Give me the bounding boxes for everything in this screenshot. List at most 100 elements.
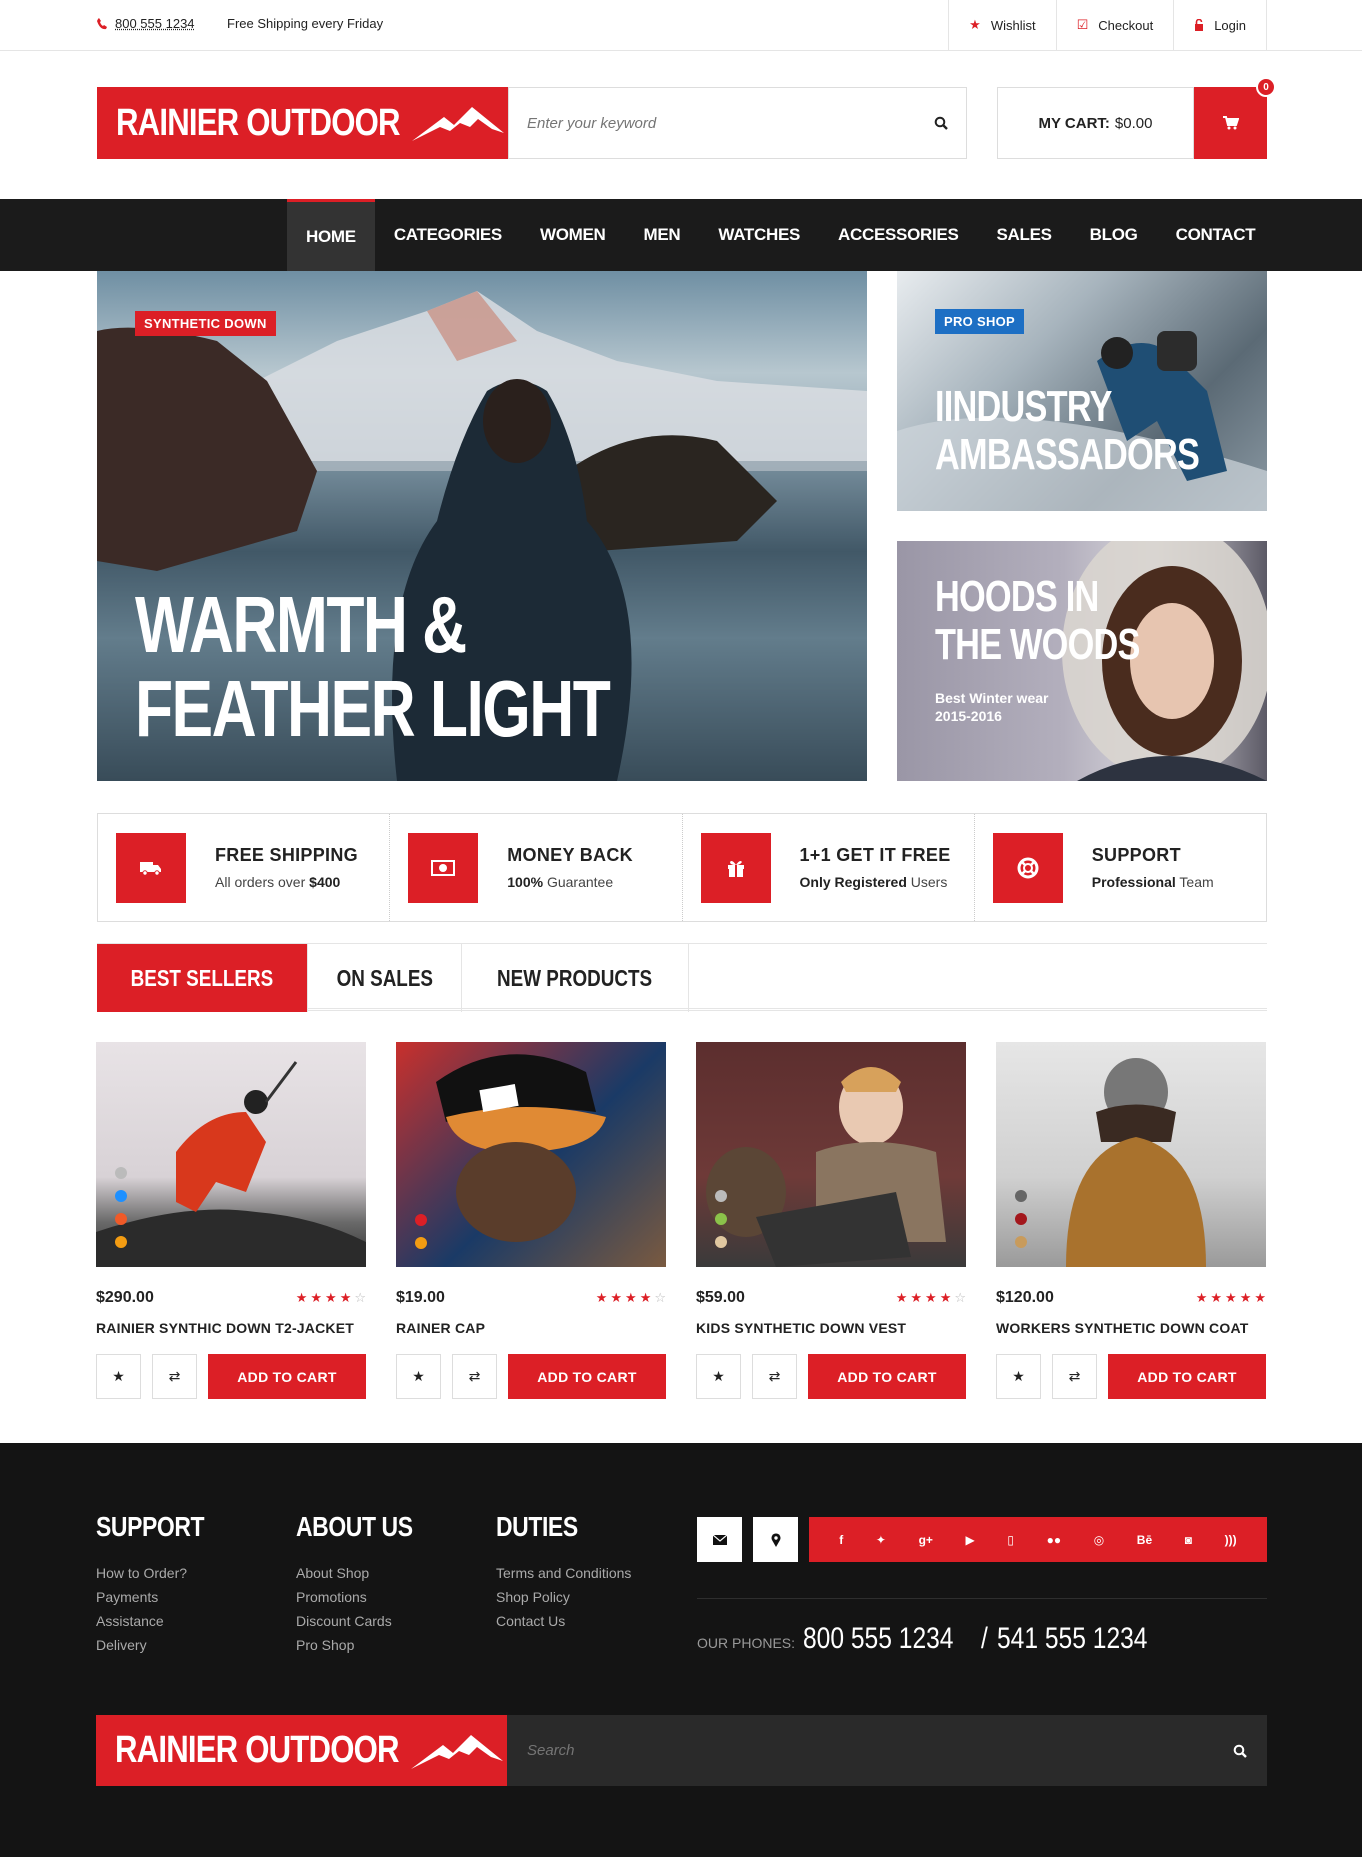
hoods-banner[interactable]: HOODS IN THE WOODS Best Winter wear 2015…: [897, 541, 1267, 781]
add-to-cart-button[interactable]: ADD TO CART: [508, 1354, 666, 1399]
cart-button[interactable]: [1194, 87, 1267, 159]
youtube-icon[interactable]: ▶: [966, 1533, 975, 1547]
cart-summary[interactable]: MY CART: $0.00: [997, 87, 1194, 159]
footer-link[interactable]: About Shop: [296, 1561, 438, 1585]
nav-accessories[interactable]: ACCESSORIES: [819, 199, 977, 271]
nav-contact[interactable]: CONTACT: [1157, 199, 1275, 271]
nav-categories[interactable]: CATEGORIES: [375, 199, 521, 271]
tab-best-sellers[interactable]: BEST SELLERS: [97, 944, 308, 1012]
footer-heading: DUTIES: [496, 1511, 578, 1542]
nav-home[interactable]: HOME: [287, 199, 375, 271]
add-to-cart-button[interactable]: ADD TO CART: [208, 1354, 366, 1399]
footer-link[interactable]: Shop Policy: [496, 1585, 631, 1609]
product-name[interactable]: RAINER CAP: [396, 1320, 666, 1336]
color-swatch[interactable]: [115, 1213, 127, 1225]
behance-icon[interactable]: Bē: [1137, 1533, 1152, 1547]
phone-number[interactable]: 800 555 1234: [115, 16, 195, 31]
wishlist-button[interactable]: ★: [96, 1354, 141, 1399]
color-swatch[interactable]: [715, 1190, 727, 1202]
dribbble-icon[interactable]: ◎: [1094, 1533, 1104, 1547]
money-icon: [408, 832, 479, 903]
color-swatch[interactable]: [1015, 1190, 1027, 1202]
product-image[interactable]: [396, 1042, 666, 1267]
footer-phone-2[interactable]: 541 555 1234: [997, 1622, 1147, 1656]
mobile-icon[interactable]: ▯: [1007, 1533, 1014, 1547]
pro-shop-tag[interactable]: PRO SHOP: [935, 309, 1025, 334]
search-input[interactable]: [527, 114, 934, 132]
wishlist-button[interactable]: ★: [696, 1354, 741, 1399]
twitter-icon[interactable]: ✦: [876, 1533, 886, 1547]
tab-label: NEW PRODUCTS: [497, 964, 653, 991]
tab-new-products[interactable]: NEW PRODUCTS: [462, 944, 689, 1012]
product-image[interactable]: [96, 1042, 366, 1267]
login-label: Login: [1214, 17, 1246, 33]
login-link[interactable]: Login: [1173, 0, 1267, 50]
nav-women[interactable]: WOMEN: [521, 199, 625, 271]
wishlist-link[interactable]: ★ Wishlist: [948, 0, 1055, 50]
feature-sub-normal: Users: [906, 874, 948, 890]
footer-search-input[interactable]: [527, 1742, 1233, 1759]
product-name[interactable]: WORKERS SYNTHETIC DOWN COAT: [996, 1320, 1266, 1336]
add-to-cart-button[interactable]: ADD TO CART: [1108, 1354, 1266, 1399]
color-swatch[interactable]: [715, 1236, 727, 1248]
color-swatch[interactable]: [115, 1167, 127, 1179]
search-icon[interactable]: [934, 116, 948, 130]
wishlist-button[interactable]: ★: [996, 1354, 1041, 1399]
hero-banner[interactable]: SYNTHETIC DOWN WARMTH & FEATHER LIGHT: [97, 271, 867, 781]
wishlist-label: Wishlist: [990, 17, 1036, 33]
footer-link[interactable]: Discount Cards: [296, 1609, 438, 1633]
product-image[interactable]: [996, 1042, 1266, 1267]
footer-link[interactable]: Promotions: [296, 1585, 438, 1609]
envelope-icon: [712, 1534, 727, 1545]
color-swatch[interactable]: [1015, 1213, 1027, 1225]
footer-link[interactable]: Contact Us: [496, 1609, 631, 1633]
flickr-icon[interactable]: ●●: [1047, 1533, 1062, 1547]
footer-logo[interactable]: RAINIER OUTDOOR: [96, 1715, 507, 1786]
rss-icon[interactable]: ))): [1225, 1533, 1237, 1547]
hero-title: WARMTH & FEATHER LIGHT: [135, 583, 611, 751]
location-button[interactable]: [753, 1517, 798, 1562]
nav-sales[interactable]: SALES: [977, 199, 1070, 271]
pro-shop-banner[interactable]: PRO SHOP IINDUSTRY AMBASSADORS: [897, 271, 1267, 511]
nav-men[interactable]: MEN: [625, 199, 700, 271]
color-swatch[interactable]: [715, 1213, 727, 1225]
footer-link[interactable]: Payments: [96, 1585, 228, 1609]
footer-link[interactable]: Terms and Conditions: [496, 1561, 631, 1585]
product-name[interactable]: KIDS SYNTHETIC DOWN VEST: [696, 1320, 966, 1336]
search-icon[interactable]: [1233, 1744, 1247, 1758]
rating-stars: ★ ★ ★ ★ ☆: [295, 1290, 366, 1305]
tab-on-sales[interactable]: ON SALES: [308, 944, 463, 1012]
footer-phone-1[interactable]: 800 555 1234: [803, 1622, 953, 1656]
facebook-icon[interactable]: f: [839, 1533, 843, 1547]
checkout-link[interactable]: ☑ Checkout: [1055, 0, 1174, 50]
product-image[interactable]: [696, 1042, 966, 1267]
product-name[interactable]: RAINIER SYNTHIC DOWN T2-JACKET: [96, 1320, 366, 1336]
hoods-title-line2: THE WOODS: [935, 620, 1140, 669]
color-swatch[interactable]: [415, 1214, 427, 1226]
color-swatch[interactable]: [115, 1190, 127, 1202]
footer-link[interactable]: Delivery: [96, 1633, 228, 1657]
footer-link[interactable]: How to Order?: [96, 1561, 228, 1585]
compare-button[interactable]: ⇄: [452, 1354, 497, 1399]
color-swatch[interactable]: [115, 1236, 127, 1248]
compare-button[interactable]: ⇄: [1052, 1354, 1097, 1399]
footer-link[interactable]: Pro Shop: [296, 1633, 438, 1657]
instagram-icon[interactable]: ◙: [1185, 1533, 1192, 1547]
hero-tag[interactable]: SYNTHETIC DOWN: [135, 311, 276, 336]
topbar-phone[interactable]: 800 555 1234: [97, 16, 195, 31]
footer-link[interactable]: Assistance: [96, 1609, 228, 1633]
feature-sub-bold: $400: [309, 874, 341, 890]
color-swatch[interactable]: [415, 1237, 427, 1249]
mountain-logo-icon: [411, 1734, 503, 1769]
nav-blog[interactable]: BLOG: [1071, 199, 1157, 271]
nav-watches[interactable]: WATCHES: [699, 199, 819, 271]
color-swatch[interactable]: [1015, 1236, 1027, 1248]
site-logo[interactable]: RAINIER OUTDOOR: [97, 87, 508, 159]
google-plus-icon[interactable]: g+: [919, 1533, 933, 1547]
star-icon: ★: [712, 1368, 725, 1384]
email-button[interactable]: [697, 1517, 742, 1562]
wishlist-button[interactable]: ★: [396, 1354, 441, 1399]
compare-button[interactable]: ⇄: [752, 1354, 797, 1399]
add-to-cart-button[interactable]: ADD TO CART: [808, 1354, 966, 1399]
compare-button[interactable]: ⇄: [152, 1354, 197, 1399]
